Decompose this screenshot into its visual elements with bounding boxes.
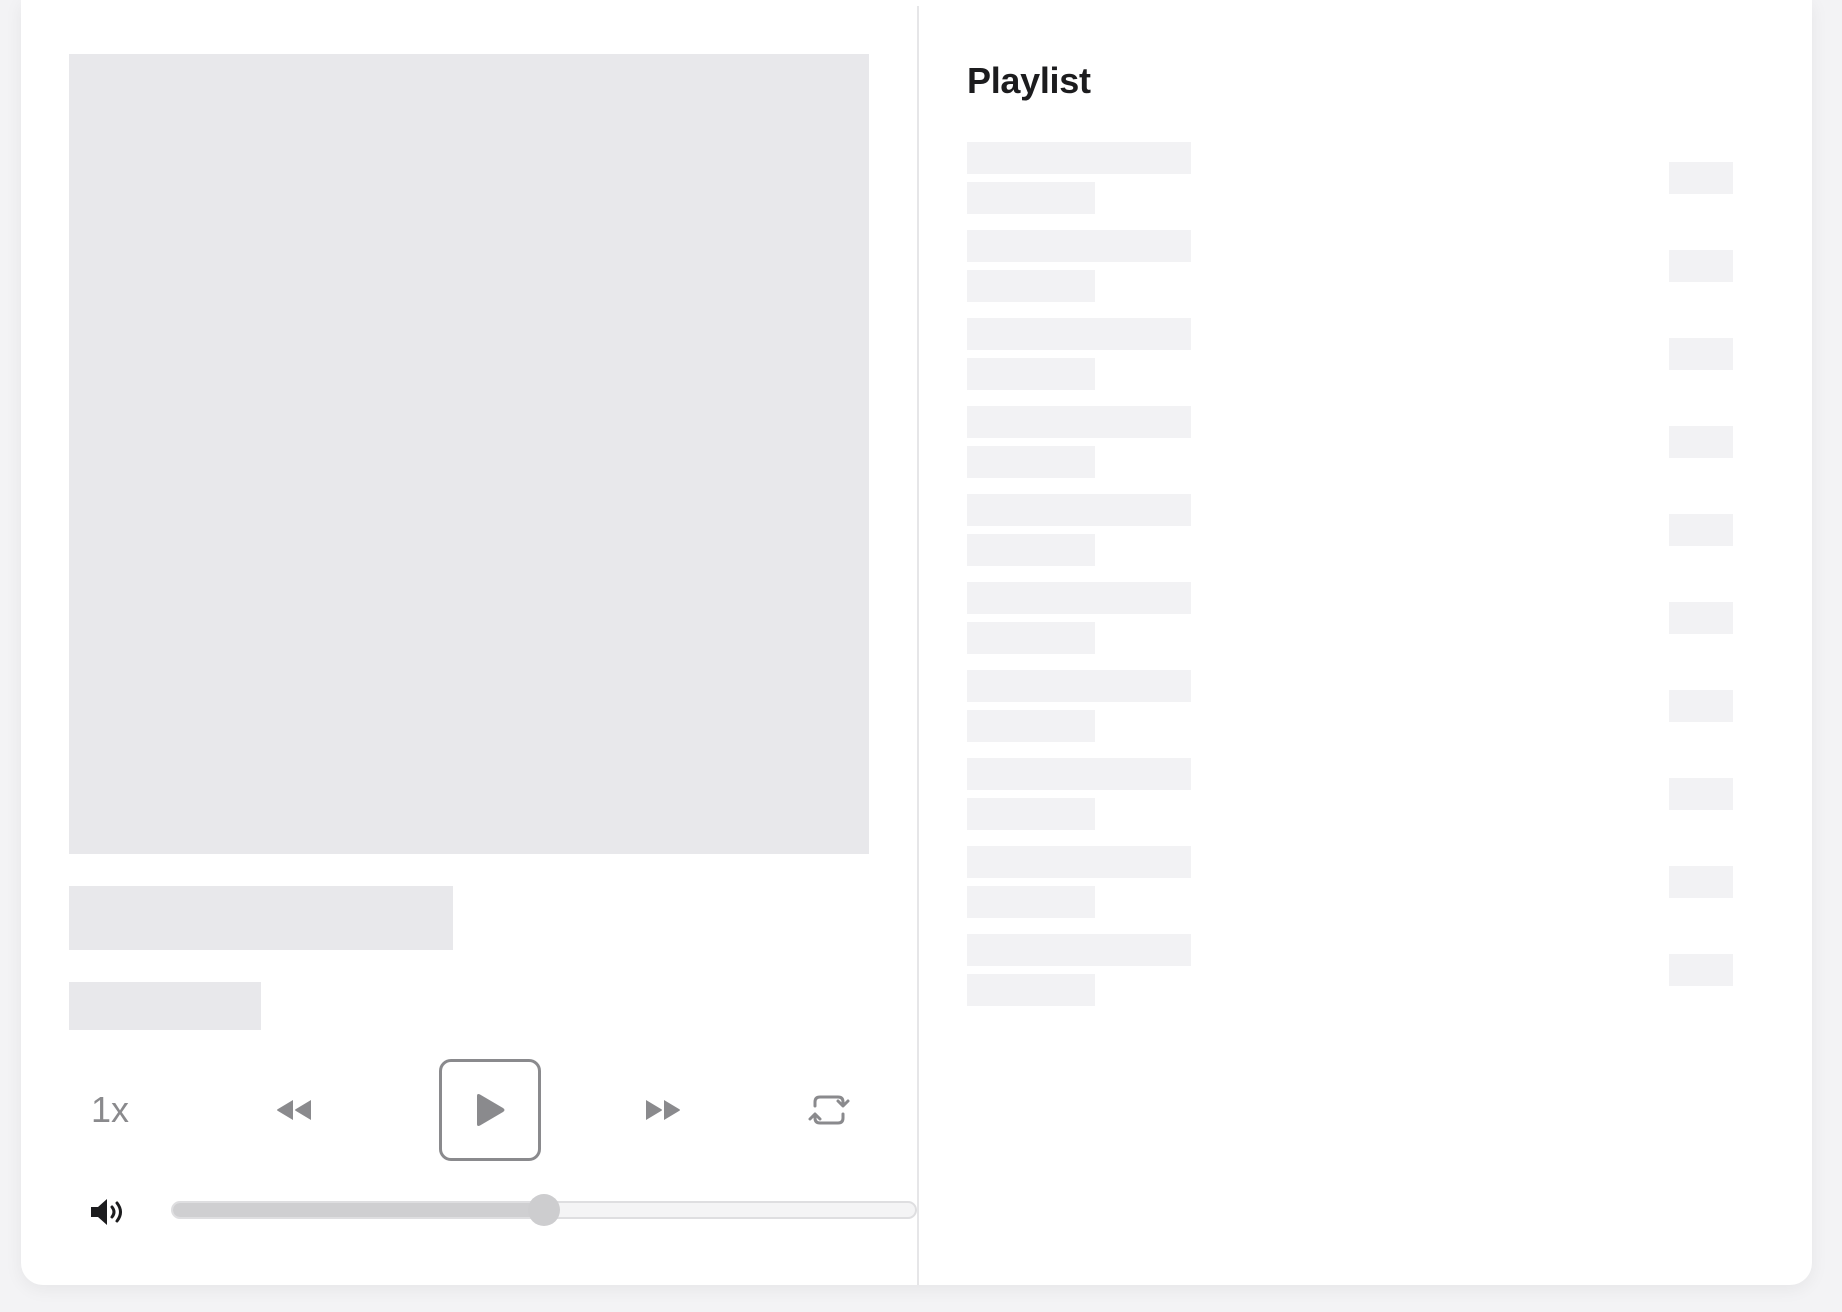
media-player-card: 1x Playlist [21, 0, 1812, 1285]
playlist-panel: Playlist [919, 0, 1812, 1285]
playlist-item[interactable] [967, 230, 1733, 318]
track-duration-skeleton [1669, 426, 1733, 458]
track-artist-skeleton [967, 710, 1095, 742]
playlist-title: Playlist [967, 60, 1091, 101]
playlist-item[interactable] [967, 934, 1733, 1022]
track-duration-skeleton [1669, 690, 1733, 722]
playlist-item[interactable] [967, 846, 1733, 934]
playback-controls: 1x [69, 1059, 869, 1161]
playlist-item[interactable] [967, 406, 1733, 494]
artwork-placeholder [69, 54, 869, 854]
track-title-skeleton [967, 670, 1191, 702]
playlist-item[interactable] [967, 670, 1733, 758]
track-title-skeleton [967, 582, 1191, 614]
track-artist-placeholder [69, 982, 261, 1030]
volume-control [69, 1190, 917, 1234]
track-artist-skeleton [967, 798, 1095, 830]
speed-button[interactable]: 1x [69, 1059, 149, 1161]
rewind-button[interactable] [249, 1059, 339, 1161]
track-duration-skeleton [1669, 250, 1733, 282]
track-title-skeleton [967, 142, 1191, 174]
playlist-item[interactable] [967, 758, 1733, 846]
speed-label: 1x [91, 1089, 130, 1130]
playlist-item[interactable] [967, 318, 1733, 406]
track-artist-skeleton [967, 182, 1095, 214]
playlist-item[interactable] [967, 582, 1733, 670]
track-duration-skeleton [1669, 338, 1733, 370]
play-button[interactable] [439, 1059, 541, 1161]
track-title-skeleton [967, 758, 1191, 790]
volume-slider[interactable] [171, 1194, 917, 1226]
track-duration-skeleton [1669, 866, 1733, 898]
playlist-item[interactable] [967, 142, 1733, 230]
loop-icon [808, 1095, 850, 1125]
track-title-skeleton [967, 318, 1191, 350]
track-title-skeleton [967, 934, 1191, 966]
track-title-skeleton [967, 494, 1191, 526]
track-title-skeleton [967, 406, 1191, 438]
track-title-skeleton [967, 846, 1191, 878]
track-duration-skeleton [1669, 602, 1733, 634]
track-artist-skeleton [967, 622, 1095, 654]
track-artist-skeleton [967, 974, 1095, 1006]
track-duration-skeleton [1669, 514, 1733, 546]
track-artist-skeleton [967, 534, 1095, 566]
player-panel: 1x [21, 0, 917, 1285]
track-artist-skeleton [967, 446, 1095, 478]
playlist-tracks [967, 142, 1733, 1022]
volume-slider-thumb[interactable] [528, 1194, 560, 1226]
track-title-placeholder [69, 886, 453, 950]
loop-button[interactable] [789, 1059, 869, 1161]
track-duration-skeleton [1669, 162, 1733, 194]
track-title-skeleton [967, 230, 1191, 262]
volume-icon [91, 1199, 122, 1225]
track-duration-skeleton [1669, 954, 1733, 986]
track-artist-skeleton [967, 358, 1095, 390]
rewind-icon [277, 1100, 311, 1120]
track-artist-skeleton [967, 270, 1095, 302]
track-duration-skeleton [1669, 778, 1733, 810]
play-icon [477, 1094, 505, 1126]
fast-forward-button[interactable] [619, 1059, 709, 1161]
volume-slider-fill [173, 1203, 544, 1217]
track-artist-skeleton [967, 886, 1095, 918]
fast-forward-icon [646, 1100, 680, 1120]
playlist-item[interactable] [967, 494, 1733, 582]
